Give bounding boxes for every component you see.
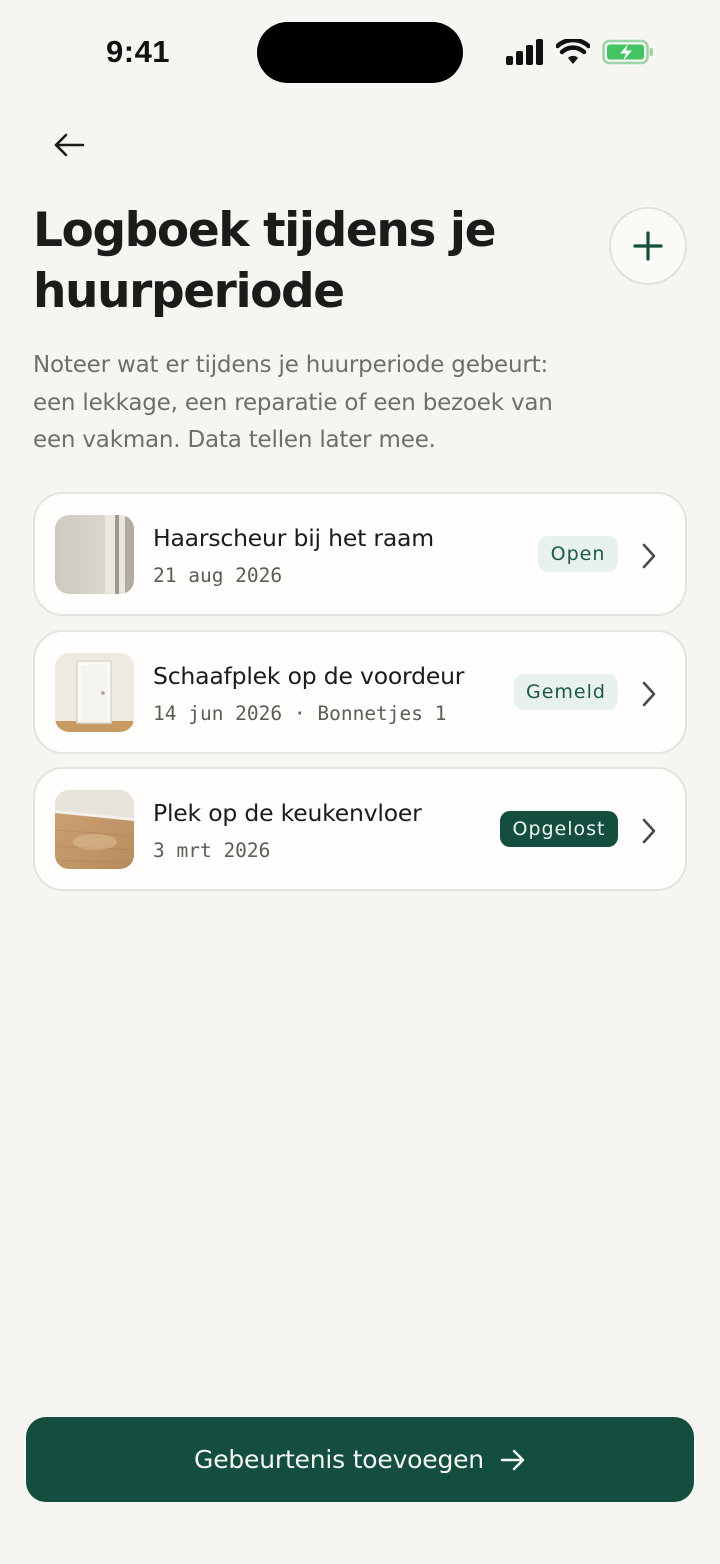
entry-title: Haarscheur bij het raam — [153, 524, 434, 552]
status-badge: Open — [538, 536, 618, 572]
signal-icon — [506, 39, 543, 65]
plus-icon — [633, 231, 663, 261]
add-event-label: Gebeurtenis toevoegen — [194, 1445, 484, 1474]
entry-meta: 21 aug 2026 — [153, 564, 283, 587]
wifi-icon — [556, 39, 590, 64]
chevron-right-icon — [642, 543, 656, 569]
back-button[interactable] — [46, 122, 92, 168]
status-badge: Opgelost — [500, 811, 618, 847]
entry-title: Schaafplek op de voordeur — [153, 662, 465, 690]
entry-thumbnail — [55, 653, 134, 732]
arrow-left-icon — [54, 133, 85, 157]
add-event-button[interactable]: Gebeurtenis toevoegen — [26, 1417, 694, 1502]
log-entry-card[interactable]: Plek op de keukenvloer 3 mrt 2026 Opgelo… — [33, 767, 687, 891]
entry-title: Plek op de keukenvloer — [153, 799, 422, 827]
log-entry-card[interactable]: Schaafplek op de voordeur 14 jun 2026 · … — [33, 630, 687, 754]
chevron-right-icon — [642, 681, 656, 707]
status-bar: 9:41 — [0, 0, 720, 104]
status-badge: Gemeld — [514, 674, 618, 710]
chevron-right-icon — [642, 818, 656, 844]
add-entry-button[interactable] — [609, 207, 687, 285]
entry-thumbnail — [55, 790, 134, 869]
page-title: Logboek tijdens je huurperiode — [33, 203, 497, 319]
entry-meta: 14 jun 2026 · Bonnetjes 1 — [153, 702, 447, 725]
arrow-right-icon — [500, 1449, 525, 1470]
dynamic-island — [257, 22, 463, 83]
status-time: 9:41 — [106, 34, 171, 69]
intro-text: Noteer wat er tijdens je huurperiode geb… — [33, 352, 553, 453]
entry-meta: 3 mrt 2026 — [153, 839, 271, 862]
entry-thumbnail — [55, 515, 134, 594]
status-icons — [506, 38, 654, 66]
log-entry-card[interactable]: Haarscheur bij het raam 21 aug 2026 Open — [33, 492, 687, 616]
battery-charging-icon — [602, 39, 653, 65]
